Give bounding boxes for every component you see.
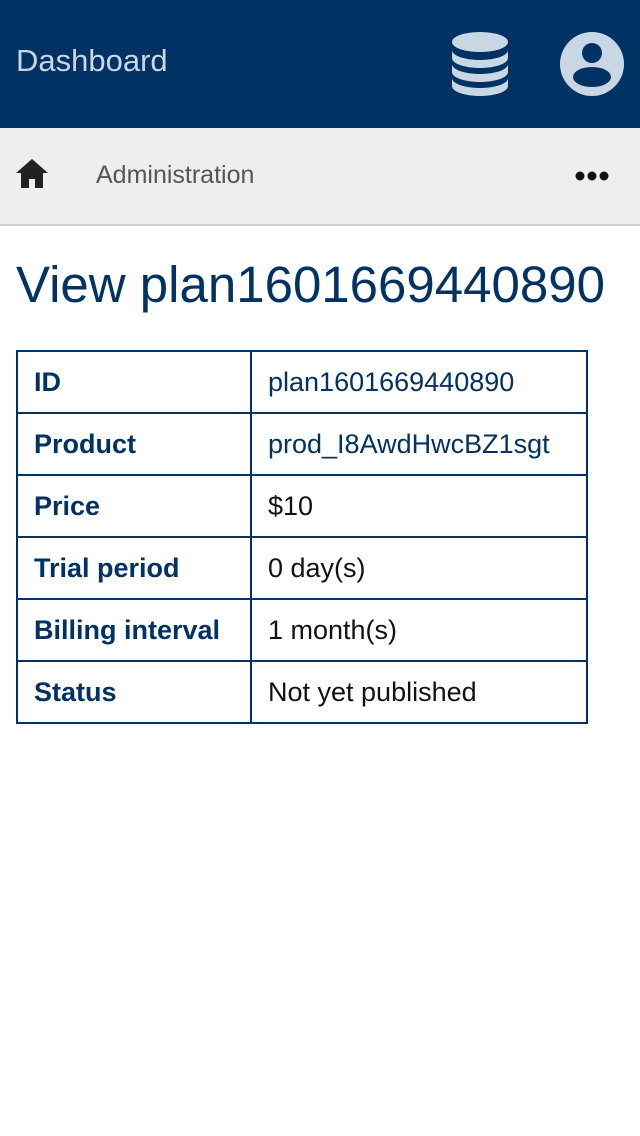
breadcrumb-bar: Administration xyxy=(0,128,640,226)
detail-value: 1 month(s) xyxy=(250,598,588,662)
table-row: Price $10 xyxy=(16,474,588,538)
top-app-bar: Dashboard xyxy=(0,0,640,128)
table-row: Billing interval 1 month(s) xyxy=(16,598,588,662)
app-title[interactable]: Dashboard xyxy=(16,43,168,79)
detail-label: Status xyxy=(16,660,252,724)
detail-label: Price xyxy=(16,474,252,538)
database-button[interactable] xyxy=(448,30,512,98)
more-horizontal-icon xyxy=(575,171,609,181)
more-options-button[interactable] xyxy=(570,158,614,194)
table-row: Status Not yet published xyxy=(16,660,588,724)
detail-value-link[interactable]: prod_I8AwdHwcBZ1sgt xyxy=(250,412,588,476)
account-circle-icon xyxy=(560,32,624,96)
detail-value: $10 xyxy=(250,474,588,538)
account-button[interactable] xyxy=(558,30,626,98)
detail-label: ID xyxy=(16,350,252,414)
page-title: View plan1601669440890 xyxy=(16,256,605,313)
plan-details-table: ID plan1601669440890 Product prod_I8AwdHwcB… xyxy=(16,350,588,724)
table-row: Trial period 0 day(s) xyxy=(16,536,588,600)
table-row: Product prod_I8AwdHwcBZ1sgt xyxy=(16,412,588,476)
table-row: ID plan1601669440890 xyxy=(16,350,588,414)
database-icon xyxy=(452,32,508,96)
detail-value-link[interactable]: plan1601669440890 xyxy=(250,350,588,414)
home-button[interactable] xyxy=(14,156,50,192)
detail-value: 0 day(s) xyxy=(250,536,588,600)
nav-title-administration[interactable]: Administration xyxy=(96,160,254,190)
detail-label: Billing interval xyxy=(16,598,252,662)
detail-label: Product xyxy=(16,412,252,476)
detail-label: Trial period xyxy=(16,536,252,600)
detail-value: Not yet published xyxy=(250,660,588,724)
home-icon xyxy=(16,159,48,188)
